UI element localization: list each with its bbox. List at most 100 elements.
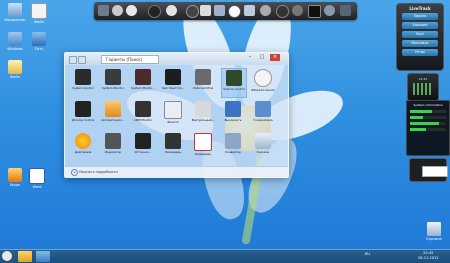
top-dock: [94, 2, 357, 20]
folder-icon[interactable]: [98, 5, 109, 16]
gadget-tile[interactable]: AIMP Monitor: [131, 100, 155, 128]
clock-date: 26.11.2012: [418, 255, 439, 260]
gadget-tile[interactable]: Volume Control: [221, 68, 247, 98]
radio-station-button[interactable]: Ретро: [402, 49, 438, 56]
desktop-icon-network[interactable]: Сеть: [26, 32, 52, 51]
gallery-titlebar: Гаджеты (Поиск) – □ ×: [65, 53, 288, 65]
word-icon: [29, 168, 45, 184]
desktop-icon-file[interactable]: Файл: [26, 3, 52, 24]
computer-icon: [8, 3, 22, 17]
system-monitor-icon: [105, 69, 121, 85]
taskbar-clock[interactable]: 22:45 26.11.2012: [418, 251, 439, 260]
bar-fill: [410, 128, 427, 131]
source-icon: [135, 133, 151, 149]
gadget-tile[interactable]: Конвертер: [221, 132, 245, 160]
gadget-tile[interactable]: Виртуальный...: [191, 100, 215, 128]
disk-bar: [410, 122, 446, 125]
aimp-icon: [135, 101, 151, 117]
language-indicator[interactable]: RU: [365, 252, 370, 256]
gadget-tile[interactable]: Winamp Control: [71, 100, 95, 128]
forward-button[interactable]: [78, 56, 86, 64]
desktop-icon-folder[interactable]: Файл: [2, 60, 28, 79]
explorer-icon[interactable]: [18, 251, 32, 262]
window-icon[interactable]: [340, 5, 351, 16]
stop-icon[interactable]: [126, 5, 137, 16]
maximize-button[interactable]: □: [257, 54, 267, 61]
info-icon[interactable]: [200, 5, 211, 16]
skype-icon: [8, 168, 22, 182]
gadget-tile[interactable]: System Monito...: [131, 68, 155, 96]
bar-fill: [410, 110, 432, 113]
keyboard-icon: [195, 101, 211, 117]
gadget-tile[interactable]: Календарь: [191, 132, 215, 160]
recycle-bin-icon[interactable]: Корзина: [426, 222, 442, 241]
desktop-icon-computer[interactable]: Компьютер: [2, 3, 28, 22]
calculator-icon: [195, 69, 211, 85]
weather-gadget[interactable]: [422, 166, 448, 177]
photo-icon[interactable]: [186, 5, 199, 18]
show-details-bar[interactable]: v Показать подробности: [65, 166, 288, 177]
bar-fill: [410, 116, 423, 119]
gadget-tile[interactable]: Источник...: [131, 132, 155, 160]
person-icon[interactable]: [112, 5, 123, 16]
radio-station-button[interactable]: Rock: [402, 31, 438, 38]
gadget-tile[interactable]: Корзина: [251, 132, 275, 160]
gadget-tile[interactable]: System Control: [71, 68, 95, 96]
music-icon[interactable]: [148, 5, 161, 18]
phone-icon: [165, 69, 181, 85]
chevron-down-icon: v: [71, 169, 78, 176]
system-control-icon: [75, 69, 91, 85]
clock-gadget[interactable]: 22:45: [407, 73, 439, 101]
gadget-tile[interactable]: Валюта: [161, 100, 185, 128]
ball-icon[interactable]: [276, 5, 289, 18]
tools-icon[interactable]: [324, 5, 335, 16]
winamp-icon: [75, 101, 91, 117]
system-icon[interactable]: [166, 5, 177, 16]
radio-gadget: LiveTrack Европа Хорошее Rock Максимум Р…: [396, 3, 444, 71]
document-icon[interactable]: [244, 5, 255, 16]
gadget-gallery-taskbar-button[interactable]: [36, 251, 50, 262]
recycle-bin-icon: [255, 133, 271, 149]
calendar-icon: [194, 133, 212, 151]
globe-icon[interactable]: [260, 5, 271, 16]
radio-station-button[interactable]: Европа: [402, 13, 438, 20]
gadget-tile[interactable]: Выключить: [221, 100, 245, 128]
clock-icon[interactable]: [228, 5, 241, 18]
gadget-tile[interactable]: Автоматическ...: [101, 100, 125, 128]
gadget-tile[interactable]: Vista CalcMina: [191, 68, 215, 96]
cpu-bar: [410, 110, 446, 113]
file-icon: [31, 3, 47, 19]
network-icon: [32, 32, 46, 46]
system-info-gadget: System information: [406, 100, 450, 156]
terminal-icon[interactable]: [308, 5, 321, 18]
desktop-icon-windows[interactable]: Windows: [2, 32, 28, 51]
wikipedia-icon: [254, 69, 272, 87]
shutdown-icon: [225, 101, 241, 117]
gadget-tile[interactable]: Sam Криптоп...: [161, 68, 185, 96]
system-monitor-icon: [135, 69, 151, 85]
gadget-tile[interactable]: System Monitor: [101, 68, 125, 96]
gadget-tile[interactable]: Диаграмма: [71, 132, 95, 160]
ie-icon[interactable]: [2, 251, 12, 261]
radio-station-button[interactable]: Максимум: [402, 40, 438, 47]
minimize-button[interactable]: –: [245, 54, 255, 61]
gadget-tile[interactable]: Головоломка: [251, 100, 275, 128]
calendar-icon: [165, 133, 181, 149]
radio-station-button[interactable]: Хорошее: [402, 22, 438, 29]
gadget-search-input[interactable]: Гаджеты (Поиск): [101, 55, 159, 64]
indicator-icon: [105, 133, 121, 149]
gadget-tile[interactable]: Wikipedia Search: [251, 68, 275, 96]
close-button[interactable]: ×: [270, 54, 280, 61]
gadget-tile[interactable]: Календарь: [161, 132, 185, 160]
gadget-tile[interactable]: Индикатор: [101, 132, 125, 160]
back-button[interactable]: [69, 56, 77, 64]
monitor-icon[interactable]: [214, 5, 225, 16]
desktop-icon-word[interactable]: Word: [24, 168, 50, 189]
gadget-gallery-window: Гаджеты (Поиск) – □ × System Control Sys…: [64, 52, 289, 178]
recycle-bin-label: Корзина: [426, 237, 442, 241]
auto-icon: [105, 101, 121, 117]
settings-icon[interactable]: [292, 5, 303, 16]
volume-icon: [226, 70, 242, 86]
clock-display: [413, 83, 433, 95]
folder-icon: [8, 32, 22, 46]
